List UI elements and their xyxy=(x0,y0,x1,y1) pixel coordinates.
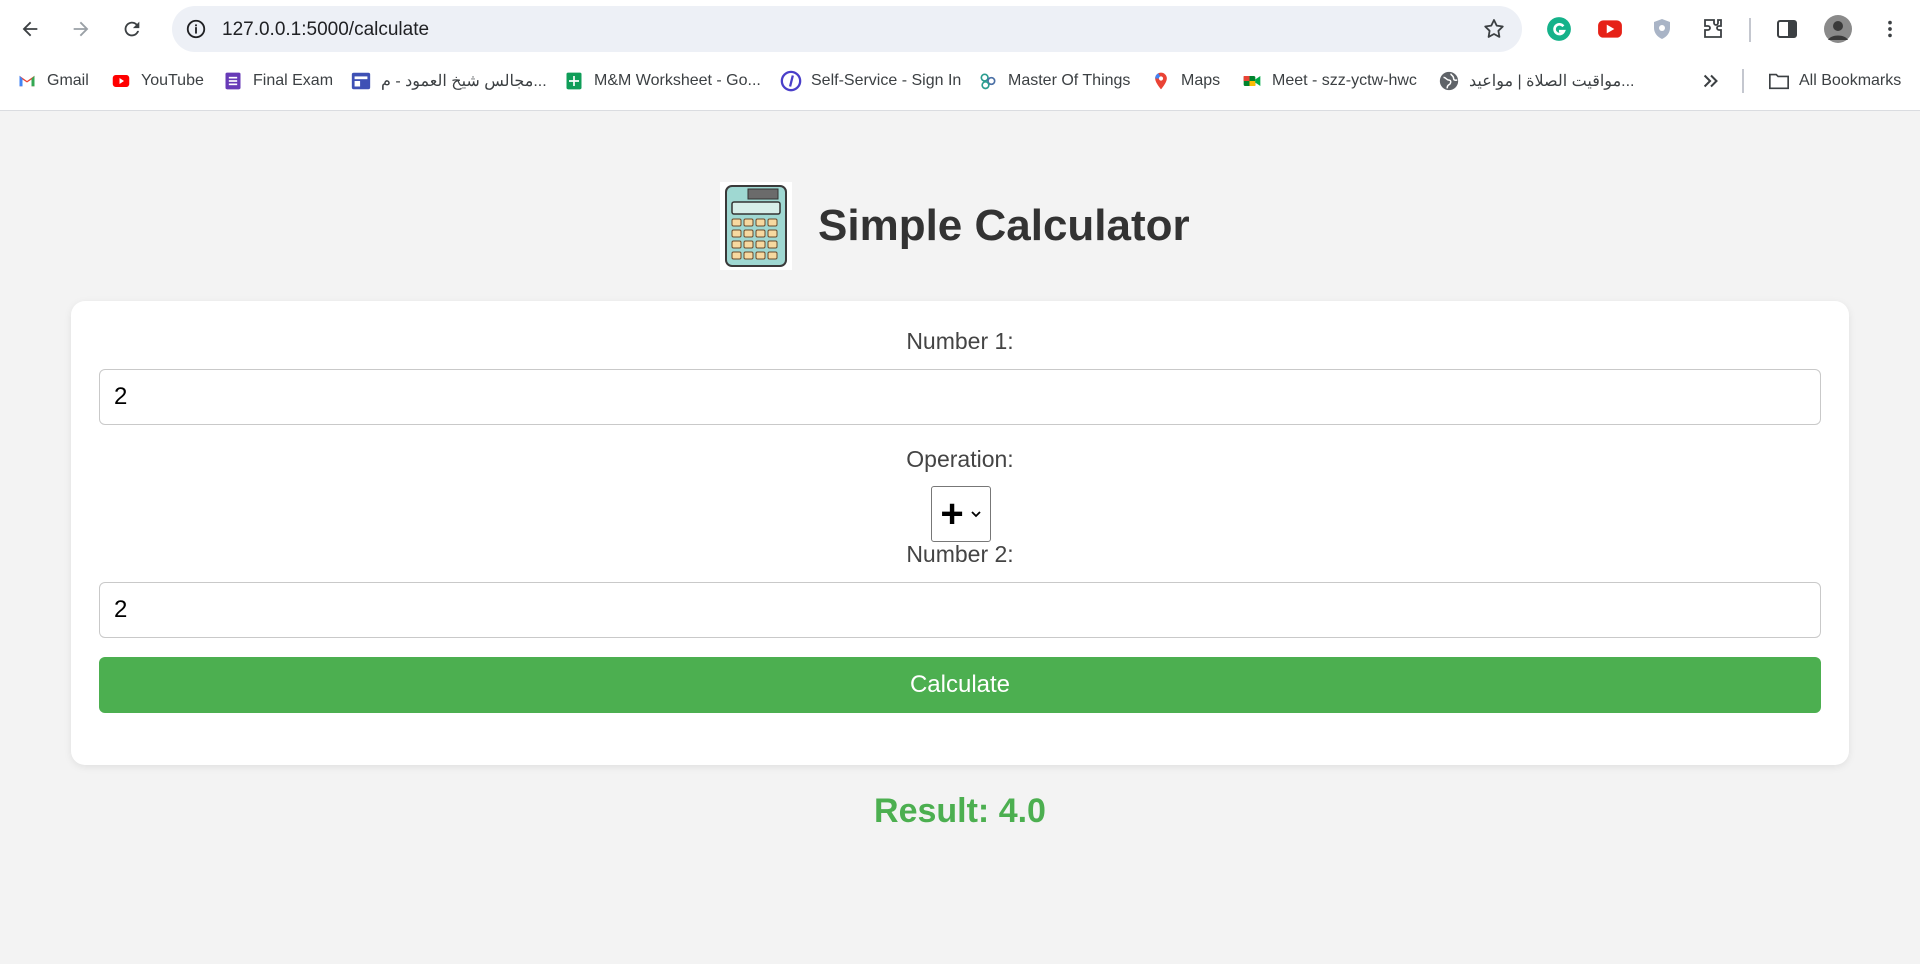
bookmark-prayer-times[interactable]: مواقيت الصلاة | مواعيد... xyxy=(1438,68,1634,94)
result-text: Result: 4.0 xyxy=(874,792,1046,830)
bookmark-youtube[interactable]: YouTube xyxy=(110,68,204,94)
sites-icon xyxy=(350,70,372,92)
calculator-form: Number 1: 2 Operation: + Number 2: 2 Cal… xyxy=(71,301,1849,765)
bookmark-gmail[interactable]: Gmail xyxy=(16,68,89,94)
youtube-extension-icon[interactable] xyxy=(1595,14,1625,44)
operation-select[interactable]: + xyxy=(931,486,991,542)
globe-icon xyxy=(1438,70,1460,92)
operation-selected-value: + xyxy=(940,492,964,536)
bookmark-maps[interactable]: Maps xyxy=(1150,68,1220,94)
number2-input[interactable]: 2 xyxy=(99,582,1821,638)
operation-label: Operation: xyxy=(906,446,1014,472)
url-text[interactable]: 127.0.0.1:5000/calculate xyxy=(222,19,429,41)
side-panel-icon[interactable] xyxy=(1772,14,1802,44)
double-chevron-right-icon xyxy=(1703,74,1718,88)
maps-icon xyxy=(1150,70,1172,92)
page-content: Simple Calculator Number 1: 2 Operation:… xyxy=(0,111,1920,964)
bookmarks-overflow-button[interactable] xyxy=(1700,68,1722,94)
bookmarks-divider xyxy=(1742,69,1744,93)
shield-extension-icon[interactable] xyxy=(1647,14,1677,44)
extensions-puzzle-icon[interactable] xyxy=(1698,14,1728,44)
bookmark-meet[interactable]: Meet - szz-yctw-hwc xyxy=(1241,68,1417,94)
browser-menu-icon[interactable] xyxy=(1875,14,1905,44)
all-bookmarks-button[interactable]: All Bookmarks xyxy=(1768,68,1901,94)
bookmark-sites[interactable]: مجالس شيخ العمود - م... xyxy=(350,68,547,94)
reload-button[interactable] xyxy=(114,11,150,47)
chevron-down-icon xyxy=(971,511,981,518)
back-button[interactable] xyxy=(12,11,48,47)
bookmark-sheets[interactable]: M&M Worksheet - Go... xyxy=(563,68,761,94)
bookmark-star-icon[interactable] xyxy=(1482,17,1506,41)
forward-arrow-icon xyxy=(73,21,89,37)
folder-icon xyxy=(1768,70,1790,92)
number2-label: Number 2: xyxy=(906,541,1014,567)
gmail-icon xyxy=(16,70,38,92)
address-bar[interactable]: 127.0.0.1:5000/calculate xyxy=(172,6,1522,52)
meet-icon xyxy=(1241,70,1263,92)
bookmark-master-of-things[interactable]: Master Of Things xyxy=(977,68,1130,94)
forms-icon xyxy=(222,70,244,92)
page-title: Simple Calculator xyxy=(818,201,1190,250)
app-header: Simple Calculator xyxy=(720,181,1190,271)
bookmark-self-service[interactable]: Self-Service - Sign In xyxy=(780,68,961,94)
number1-input[interactable]: 2 xyxy=(99,369,1821,425)
bookmarks-bar: Gmail YouTube Final Exam مجالس شيخ العمو… xyxy=(0,62,1920,100)
reload-icon xyxy=(124,21,140,37)
profile-avatar[interactable] xyxy=(1823,14,1853,44)
number1-label: Number 1: xyxy=(906,328,1014,354)
toolbar-divider xyxy=(1749,18,1751,42)
site-info-icon[interactable] xyxy=(182,15,210,43)
browser-toolbar: 127.0.0.1:5000/calculate xyxy=(0,0,1920,58)
bookmark-final-exam[interactable]: Final Exam xyxy=(222,68,333,94)
selfservice-icon xyxy=(780,70,802,92)
calculate-button[interactable]: Calculate xyxy=(99,657,1821,713)
browser-chrome: 127.0.0.1:5000/calculate Gmail YouTube F… xyxy=(0,0,1920,111)
back-arrow-icon xyxy=(22,21,38,37)
sheets-icon xyxy=(563,70,585,92)
grammarly-extension-icon[interactable] xyxy=(1544,14,1574,44)
forward-button[interactable] xyxy=(63,11,99,47)
calculator-logo-icon xyxy=(720,182,792,270)
youtube-icon xyxy=(110,70,132,92)
mot-icon xyxy=(977,70,999,92)
